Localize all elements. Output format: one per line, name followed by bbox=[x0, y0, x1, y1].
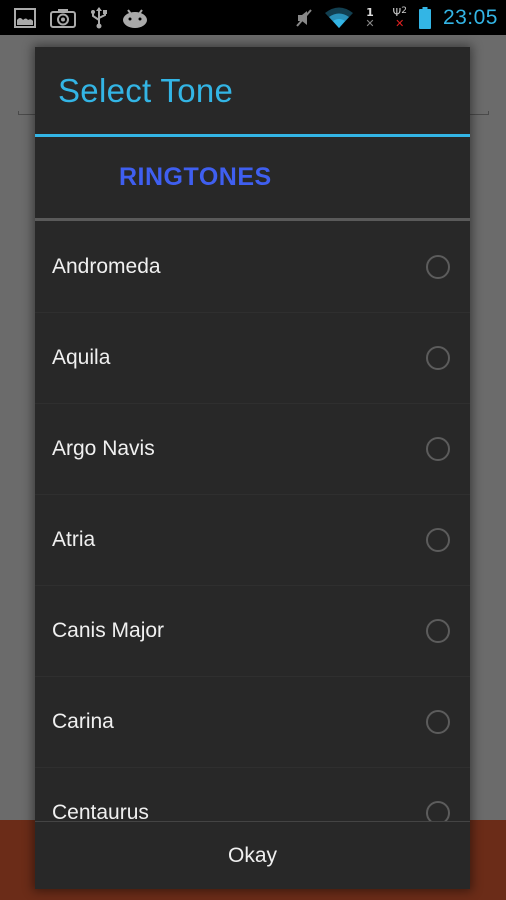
ringtone-item-atria[interactable]: Atria bbox=[35, 495, 470, 586]
android-icon bbox=[122, 6, 148, 30]
radio-button[interactable] bbox=[426, 254, 450, 279]
ringtone-item-aquila[interactable]: Aquila bbox=[35, 313, 470, 404]
radio-button[interactable] bbox=[426, 619, 450, 643]
battery-icon bbox=[418, 6, 431, 30]
radio-button[interactable] bbox=[426, 528, 450, 552]
section-header: RINGTONES bbox=[35, 137, 470, 221]
okay-button[interactable]: Okay bbox=[35, 822, 470, 889]
wifi-icon bbox=[325, 6, 354, 30]
phone-screen: 1 ✕ Ψ2 ✕ 23:05 Select Tone RINGTONES And… bbox=[0, 0, 506, 900]
ringtone-item-andromeda[interactable]: Andromeda bbox=[35, 221, 470, 313]
system-icons: 1 ✕ Ψ2 ✕ 23:05 bbox=[295, 6, 498, 30]
sim1-label: 1 bbox=[366, 5, 374, 19]
radio-button[interactable] bbox=[426, 710, 450, 734]
ringtone-item-argo-navis[interactable]: Argo Navis bbox=[35, 404, 470, 495]
ringtone-item-carina[interactable]: Carina bbox=[35, 677, 470, 768]
sim2-no-signal-icon: Ψ2 ✕ bbox=[392, 5, 407, 30]
gallery-icon bbox=[14, 6, 36, 30]
ringtone-list[interactable]: Andromeda Aquila Argo Navis Atria Canis … bbox=[35, 221, 470, 821]
mute-icon bbox=[295, 6, 313, 30]
select-tone-dialog: Select Tone RINGTONES Andromeda Aquila A… bbox=[35, 47, 470, 889]
dialog-button-bar: Okay bbox=[35, 821, 470, 889]
ringtone-label: Atria bbox=[52, 528, 96, 551]
clock: 23:05 bbox=[442, 5, 498, 29]
usb-icon bbox=[90, 6, 108, 30]
sim1-no-signal-icon: 1 ✕ bbox=[365, 5, 375, 30]
ringtone-item-canis-major[interactable]: Canis Major bbox=[35, 586, 470, 677]
ringtone-item-centaurus[interactable]: Centaurus bbox=[35, 768, 470, 821]
screenshot-camera-icon bbox=[50, 6, 76, 30]
radio-button[interactable] bbox=[426, 801, 450, 821]
notification-icons bbox=[14, 6, 148, 30]
status-bar: 1 ✕ Ψ2 ✕ 23:05 bbox=[0, 0, 506, 35]
ringtone-label: Centaurus bbox=[52, 801, 149, 821]
sim2-label: 2 bbox=[401, 5, 407, 16]
ringtone-label: Canis Major bbox=[52, 619, 165, 642]
background-divider bbox=[470, 111, 489, 115]
dialog-title: Select Tone bbox=[58, 71, 234, 109]
section-header-label: RINGTONES bbox=[119, 163, 272, 191]
radio-button[interactable] bbox=[426, 437, 450, 461]
ringtone-label: Aquila bbox=[52, 346, 111, 369]
ringtone-label: Carina bbox=[52, 710, 114, 733]
ringtone-label: Andromeda bbox=[52, 254, 161, 278]
dialog-title-bar: Select Tone bbox=[35, 47, 470, 137]
radio-button[interactable] bbox=[426, 346, 450, 370]
ringtone-label: Argo Navis bbox=[52, 437, 155, 460]
